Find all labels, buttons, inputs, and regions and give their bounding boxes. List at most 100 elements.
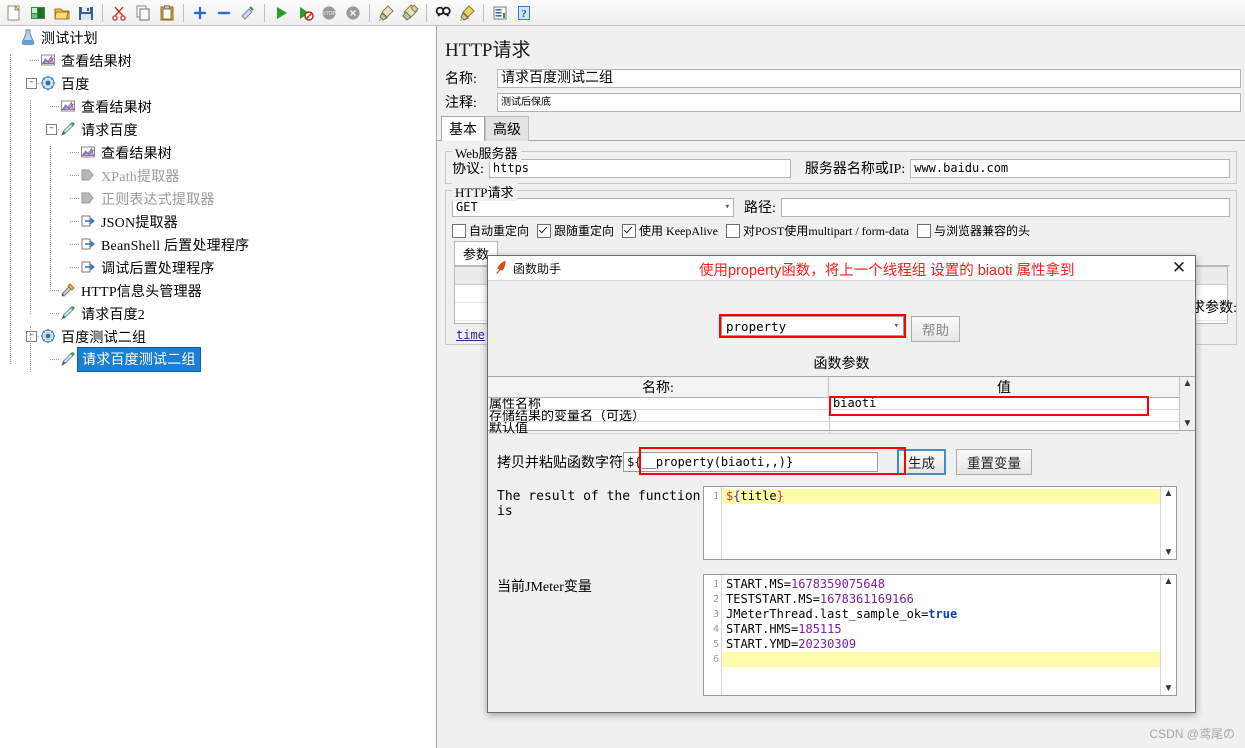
tree-collapse-handle[interactable]: – bbox=[26, 78, 37, 89]
tree-node-label: JSON提取器 bbox=[101, 215, 178, 231]
protocol-input[interactable]: https bbox=[488, 158, 791, 178]
start-no-pauses-icon[interactable] bbox=[294, 2, 316, 24]
stop-icon[interactable]: STOP bbox=[318, 2, 340, 24]
function-string-input[interactable]: ${__property(biaoti,,)} bbox=[623, 452, 878, 472]
tree-node[interactable]: HTTP信息头管理器 bbox=[0, 279, 436, 302]
cut-icon[interactable] bbox=[108, 2, 130, 24]
tree-node[interactable]: 查看结果树 bbox=[0, 141, 436, 164]
generate-button[interactable]: 生成 bbox=[897, 449, 946, 475]
tree-node[interactable]: 查看结果树 bbox=[0, 49, 436, 72]
tree-node-label: 查看结果树 bbox=[101, 146, 172, 162]
path-input[interactable] bbox=[780, 197, 1230, 217]
close-icon[interactable]: ✕ bbox=[1169, 258, 1189, 278]
name-input[interactable]: 请求百度测试二组 bbox=[497, 68, 1241, 88]
http-option-checkbox[interactable]: 与浏览器兼容的头 bbox=[917, 222, 1030, 239]
shutdown-icon[interactable] bbox=[342, 2, 364, 24]
name-row: 名称: 请求百度测试二组 bbox=[437, 66, 1245, 90]
collapse-all-icon[interactable] bbox=[213, 2, 235, 24]
code-line[interactable]: START.MS=1678359075648 bbox=[722, 577, 1160, 592]
open-icon[interactable] bbox=[51, 2, 73, 24]
http-option-checkbox[interactable]: 跟随重定向 bbox=[537, 222, 614, 239]
expand-all-icon[interactable] bbox=[189, 2, 211, 24]
function-params-table[interactable]: 名称: 值 属性名称 biaoti 存储结果的变量名（可选） 默认值 ▲ ▼ bbox=[488, 376, 1195, 434]
variables-code-box[interactable]: 1 2 3 4 5 6 START.MS=1678359075648 TESTSTART.M… bbox=[703, 574, 1177, 696]
scroll-up-icon[interactable]: ▲ bbox=[1164, 488, 1174, 499]
tree-node[interactable]: – 请求百度 bbox=[0, 118, 436, 141]
test-plan-tree[interactable]: 测试计划 查看结果树 – 百度 查看结果树 – 请求百度 查看结果树 XPath提取器 正则表达式… bbox=[0, 26, 437, 748]
variables-scrollbar[interactable]: ▲ ▼ bbox=[1160, 575, 1176, 695]
comment-input[interactable]: 测试后保底 bbox=[497, 92, 1241, 112]
tab-basic[interactable]: 基本 bbox=[441, 116, 485, 141]
scroll-down-icon[interactable]: ▼ bbox=[1183, 418, 1193, 429]
code-line[interactable]: ${title} bbox=[722, 489, 1160, 504]
checkbox-box[interactable] bbox=[726, 223, 741, 238]
tree-node[interactable]: BeanShell 后置处理程序 bbox=[0, 233, 436, 256]
function-helper-dialog: 函数助手 使用property函数，将上一个线程组 设置的 biaoti 属性拿… bbox=[487, 255, 1196, 713]
table-row[interactable]: 存储结果的变量名（可选） bbox=[488, 410, 1179, 422]
scroll-up-icon[interactable]: ▲ bbox=[1164, 576, 1174, 587]
function-helper-icon[interactable] bbox=[489, 2, 511, 24]
code-line[interactable]: START.YMD=20230309 bbox=[722, 637, 1160, 652]
tree-node[interactable]: – 百度 bbox=[0, 72, 436, 95]
tab-advanced[interactable]: 高级 bbox=[485, 116, 529, 141]
scroll-down-icon[interactable]: ▼ bbox=[1164, 683, 1174, 694]
tree-node[interactable]: 正则表达式提取器 bbox=[0, 187, 436, 210]
result-lines[interactable]: ${title} bbox=[722, 487, 1160, 559]
help-icon[interactable]: ? bbox=[513, 2, 535, 24]
code-line[interactable]: START.HMS=185115 bbox=[722, 622, 1160, 637]
function-select[interactable]: property ▾ bbox=[721, 316, 904, 336]
param-value-cell[interactable] bbox=[830, 410, 1179, 421]
param-value-cell[interactable] bbox=[830, 422, 1179, 433]
http-option-checkbox[interactable]: 对POST使用multipart / form-data bbox=[726, 222, 909, 239]
templates-icon[interactable] bbox=[27, 2, 49, 24]
table-row[interactable]: 默认值 bbox=[488, 422, 1179, 434]
editor-tabs: 基本 高级 bbox=[437, 116, 1245, 141]
tree-connector bbox=[70, 152, 79, 153]
new-icon[interactable] bbox=[3, 2, 25, 24]
tree-collapse-handle[interactable]: – bbox=[46, 124, 57, 135]
paste-icon[interactable] bbox=[156, 2, 178, 24]
params-table-scrollbar[interactable]: ▲ ▼ bbox=[1179, 377, 1195, 430]
variables-row: 当前JMeter变量 1 2 3 4 5 6 START.MS=1678359075648… bbox=[488, 574, 1195, 696]
table-row[interactable]: 属性名称 biaoti bbox=[488, 398, 1179, 410]
param-value-cell[interactable]: biaoti bbox=[830, 398, 1179, 409]
host-label: 服务器名称或IP: bbox=[804, 162, 906, 177]
checkbox-box[interactable] bbox=[622, 223, 637, 238]
tree-node[interactable]: 测试计划 bbox=[0, 26, 436, 49]
tree-node[interactable]: XPath提取器 bbox=[0, 164, 436, 187]
scroll-down-icon[interactable]: ▼ bbox=[1164, 547, 1174, 558]
clear-icon[interactable] bbox=[375, 2, 397, 24]
tree-node[interactable]: 请求百度2 bbox=[0, 302, 436, 325]
reset-search-icon[interactable] bbox=[456, 2, 478, 24]
code-line[interactable]: TESTSTART.MS=1678361169166 bbox=[722, 592, 1160, 607]
http-option-checkbox[interactable]: 使用 KeepAlive bbox=[622, 222, 718, 239]
code-line[interactable] bbox=[722, 652, 1160, 667]
code-line[interactable]: JMeterThread.last_sample_ok=true bbox=[722, 607, 1160, 622]
tree-node[interactable]: 调试后置处理程序 bbox=[0, 256, 436, 279]
copy-icon[interactable] bbox=[132, 2, 154, 24]
checkbox-box[interactable] bbox=[452, 223, 466, 238]
toolbar-separator bbox=[426, 3, 427, 22]
tree-collapse-handle[interactable]: – bbox=[26, 331, 37, 342]
result-scrollbar[interactable]: ▲ ▼ bbox=[1160, 487, 1176, 559]
start-icon[interactable] bbox=[270, 2, 292, 24]
tree-node-label: 请求百度 bbox=[81, 123, 138, 139]
tree-node[interactable]: – 百度测试二组 bbox=[0, 325, 436, 348]
search-icon[interactable] bbox=[432, 2, 454, 24]
http-option-checkbox[interactable]: 自动重定向 bbox=[452, 222, 529, 239]
checkbox-box[interactable] bbox=[537, 223, 552, 238]
tree-node[interactable]: 查看结果树 bbox=[0, 95, 436, 118]
clear-all-icon[interactable] bbox=[399, 2, 421, 24]
scroll-up-icon[interactable]: ▲ bbox=[1183, 378, 1193, 389]
help-button[interactable]: 帮助 bbox=[911, 316, 960, 342]
variables-lines[interactable]: START.MS=1678359075648 TESTSTART.MS=16783… bbox=[722, 575, 1160, 695]
toggle-icon[interactable] bbox=[237, 2, 259, 24]
host-input[interactable]: www.baidu.com bbox=[910, 158, 1230, 178]
checkbox-box[interactable] bbox=[917, 223, 931, 238]
tree-node[interactable]: 请求百度测试二组 bbox=[0, 347, 436, 372]
save-icon[interactable] bbox=[75, 2, 97, 24]
reset-vars-button[interactable]: 重置变量 bbox=[956, 449, 1032, 475]
dialog-body: property ▾ 帮助 函数参数 名称: 值 属性名称 biaoti 存储结果的… bbox=[488, 281, 1195, 712]
result-code-box[interactable]: 1 ${title} ▲ ▼ bbox=[703, 486, 1177, 560]
tree-node[interactable]: JSON提取器 bbox=[0, 210, 436, 233]
